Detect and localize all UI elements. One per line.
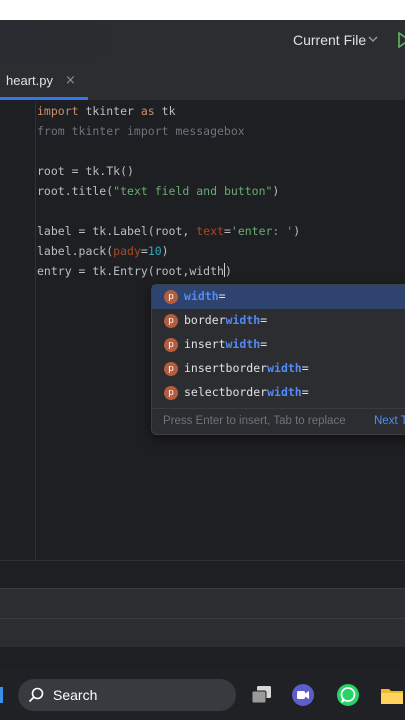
active-tab-indicator: [0, 97, 88, 100]
token-string: "text field and button": [113, 184, 273, 198]
tab-label: heart.py: [6, 73, 53, 88]
token-text: label.pack(: [37, 244, 114, 258]
code-line-4: root = tk.Tk(): [37, 164, 134, 178]
token-text: tk: [154, 104, 176, 118]
token-text: =: [140, 244, 148, 258]
token-text: root.title(: [37, 184, 114, 198]
search-icon: [28, 687, 44, 703]
code-line-7: label = tk.Label(root, text='enter: '): [37, 221, 300, 241]
token-text: ): [224, 264, 232, 278]
token-keyword: import: [37, 104, 79, 118]
token-keyword: as: [140, 104, 155, 118]
parameter-icon: p: [164, 386, 178, 400]
token-text: ): [293, 224, 301, 238]
chevron-down-icon[interactable]: [368, 34, 378, 44]
tab-heart-py[interactable]: heart.py ×: [0, 60, 88, 100]
screen-top-edge: [0, 0, 405, 20]
code-completion-popup: p width= p borderwidth= p insertwidth= p…: [151, 284, 405, 435]
code-line-2: from tkinter import messagebox: [37, 124, 245, 138]
code-line-1: import tkinter as tk: [37, 101, 176, 121]
token-param: text: [196, 224, 224, 238]
start-button-edge[interactable]: [0, 687, 3, 703]
token-text: =: [223, 224, 231, 238]
tool-window-area: [0, 588, 405, 647]
completion-item[interactable]: p width=: [152, 285, 405, 309]
parameter-icon: p: [164, 290, 178, 304]
parameter-icon: p: [164, 314, 178, 328]
completion-item[interactable]: p insertwidth=: [152, 333, 405, 357]
completion-hint-text: Press Enter to insert, Tab to replace: [163, 415, 346, 427]
token-text: ): [161, 244, 169, 258]
completion-item-label: selectborderwidth=: [184, 385, 309, 399]
taskbar-search-box[interactable]: Search: [18, 679, 236, 711]
completion-item-label: borderwidth=: [184, 313, 268, 327]
completion-item[interactable]: p borderwidth=: [152, 309, 405, 333]
code-line-5: root.title("text field and button"): [37, 181, 279, 201]
token-param: pady: [113, 244, 141, 258]
editor-bottom-area: [0, 560, 405, 589]
run-icon[interactable]: [398, 32, 405, 48]
close-icon[interactable]: ×: [65, 73, 76, 88]
parameter-icon: p: [164, 362, 178, 376]
token-number: 10: [147, 244, 162, 258]
completion-item-label: insertborderwidth=: [184, 361, 309, 375]
code-line-9: entry = tk.Entry(root,width): [37, 261, 232, 281]
token-text: label = tk.Label(root,: [37, 224, 197, 238]
search-label: Search: [53, 687, 98, 703]
ide-toolbar: Current File: [0, 20, 405, 60]
token-text: tkinter: [78, 104, 141, 118]
completion-hint-bar: Press Enter to insert, Tab to replace Ne…: [152, 408, 405, 435]
whatsapp-icon[interactable]: [336, 683, 360, 707]
completion-item-label: insertwidth=: [184, 337, 268, 351]
code-lines: import tkinter as tk from tkinter import…: [37, 101, 300, 278]
token-string: 'enter: ': [230, 224, 294, 238]
parameter-icon: p: [164, 338, 178, 352]
completion-item-label: width=: [184, 289, 226, 303]
token-text: entry = tk.Entry(root,width: [37, 264, 224, 278]
task-view-icon[interactable]: [249, 683, 273, 707]
next-tip-link[interactable]: Next Tip: [374, 415, 405, 427]
completion-item[interactable]: p insertborderwidth=: [152, 357, 405, 381]
code-line-8: label.pack(pady=10): [37, 241, 169, 261]
windows-taskbar: Search: [0, 670, 405, 720]
teams-icon[interactable]: [291, 683, 315, 707]
run-config-selector[interactable]: Current File: [293, 32, 366, 48]
file-explorer-icon[interactable]: [380, 683, 404, 707]
token-text: ): [272, 184, 280, 198]
completion-item[interactable]: p selectborderwidth=: [152, 381, 405, 405]
divider: [0, 618, 405, 619]
editor-tab-bar: heart.py ×: [0, 60, 405, 101]
gutter-divider: [35, 101, 36, 560]
